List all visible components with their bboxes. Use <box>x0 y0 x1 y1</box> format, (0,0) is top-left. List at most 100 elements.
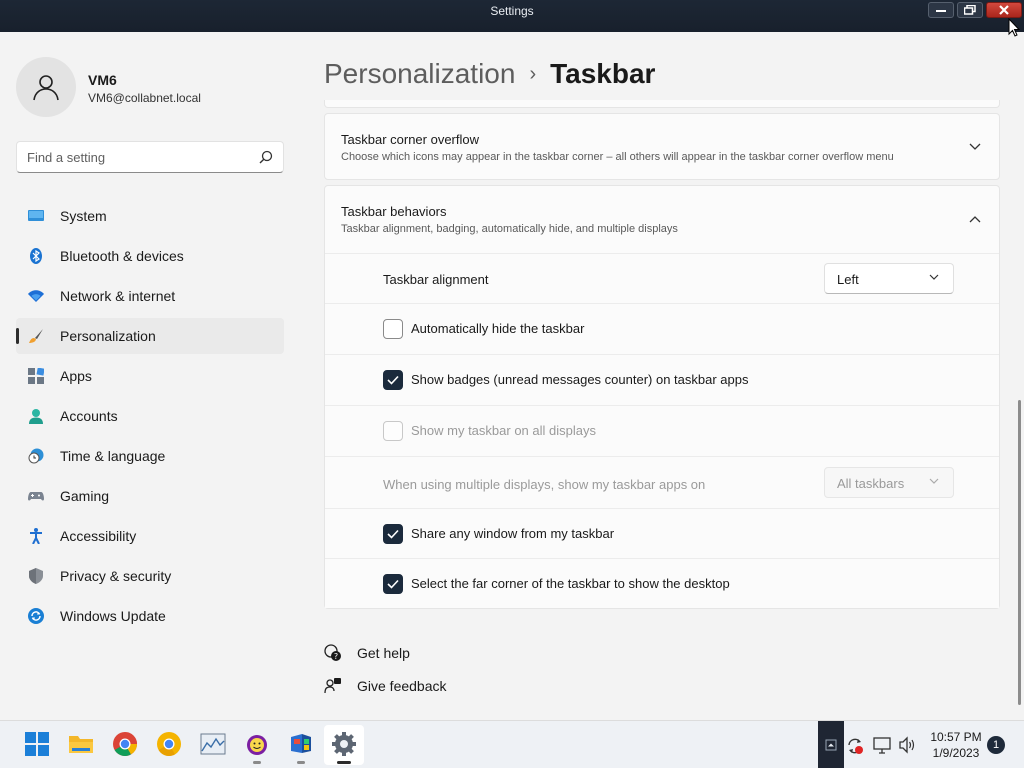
corner-overflow-subtitle: Choose which icons may appear in the tas… <box>341 151 894 163</box>
sidebar-item-bluetooth[interactable]: Bluetooth & devices <box>16 238 284 274</box>
sidebar-item-apps[interactable]: Apps <box>16 358 284 394</box>
restore-button[interactable] <box>957 2 983 18</box>
sidebar: VM6 VM6@collabnet.local Find a setting S… <box>0 32 300 720</box>
far-corner-label: Select the far corner of the taskbar to … <box>411 576 730 591</box>
apps-icon <box>28 368 44 384</box>
shield-icon <box>29 568 43 584</box>
bluetooth-icon <box>30 248 42 264</box>
chart-app-icon <box>200 733 226 755</box>
settings-icon <box>332 732 356 756</box>
running-indicator <box>337 761 351 764</box>
checkmark-icon <box>387 579 399 589</box>
system-icon <box>28 210 44 221</box>
taskbar-file-explorer[interactable] <box>68 731 94 757</box>
clock-date: 1/9/2023 <box>932 746 980 760</box>
sidebar-item-label: Accessibility <box>60 528 137 544</box>
sidebar-item-label: Accounts <box>60 408 118 424</box>
sidebar-item-label: Bluetooth & devices <box>60 248 184 264</box>
option-row[interactable]: Share any window from my taskbar <box>325 508 999 558</box>
chevron-down-icon <box>929 478 939 484</box>
previous-card-edge <box>324 100 1000 108</box>
corner-overflow-title: Taskbar corner overflow <box>341 132 479 147</box>
option-row[interactable]: Automatically hide the taskbar <box>325 303 999 354</box>
sidebar-item-privacy[interactable]: Privacy & security <box>16 558 284 594</box>
close-button[interactable] <box>986 2 1022 18</box>
avatar[interactable] <box>16 57 76 117</box>
clock-globe-icon <box>28 448 44 464</box>
sidebar-item-personalization[interactable]: Personalization <box>16 318 284 354</box>
get-help-link[interactable]: ? Get help <box>324 644 444 664</box>
close-icon <box>999 5 1009 15</box>
behaviors-subtitle: Taskbar alignment, badging, automaticall… <box>341 223 678 235</box>
clock[interactable]: 10:57 PM 1/9/2023 <box>920 729 992 761</box>
alignment-dropdown[interactable]: Left <box>824 263 954 294</box>
option-row[interactable]: Select the far corner of the taskbar to … <box>325 558 999 608</box>
show-hidden-icons-button[interactable] <box>818 721 844 768</box>
auto-hide-checkbox[interactable] <box>383 319 403 339</box>
get-help-label: Get help <box>357 645 410 661</box>
chrome-canary-icon <box>157 732 181 757</box>
badges-label: Show badges (unread messages counter) on… <box>411 372 749 387</box>
sidebar-item-label: Time & language <box>60 448 166 464</box>
taskbar-chrome-canary[interactable] <box>156 731 182 757</box>
taskbar-settings[interactable] <box>331 731 357 764</box>
sidebar-item-accessibility[interactable]: Accessibility <box>16 518 284 554</box>
sidebar-item-network[interactable]: Network & internet <box>16 278 284 314</box>
chevron-down-icon <box>969 143 981 150</box>
all-displays-label: Show my taskbar on all displays <box>411 423 596 438</box>
sidebar-item-system[interactable]: System <box>16 198 284 234</box>
taskbar-windows-box[interactable] <box>288 731 314 764</box>
corner-overflow-card[interactable]: Taskbar corner overflow Choose which ico… <box>324 113 1000 180</box>
file-explorer-icon <box>69 736 93 753</box>
sidebar-item-windows-update[interactable]: Windows Update <box>16 598 284 634</box>
chevron-up-icon <box>825 739 837 751</box>
help-icon: ? <box>324 644 341 661</box>
brush-icon <box>29 329 43 343</box>
far-corner-checkbox[interactable] <box>383 574 403 594</box>
sidebar-item-label: Windows Update <box>60 608 166 624</box>
give-feedback-label: Give feedback <box>357 678 447 694</box>
search-input[interactable]: Find a setting <box>16 141 284 173</box>
breadcrumb-parent[interactable]: Personalization <box>324 58 515 89</box>
user-name: VM6 <box>88 72 117 88</box>
notification-badge[interactable]: 1 <box>987 736 1005 754</box>
accounts-icon <box>29 409 43 424</box>
taskbar-chrome[interactable] <box>112 731 138 757</box>
sidebar-item-gaming[interactable]: Gaming <box>16 478 284 514</box>
sidebar-item-accounts[interactable]: Accounts <box>16 398 284 434</box>
sync-icon[interactable] <box>846 737 864 755</box>
user-icon <box>33 75 59 101</box>
breadcrumb: Personalization › Taskbar <box>324 58 655 90</box>
sidebar-item-time-language[interactable]: Time & language <box>16 438 284 474</box>
share-window-checkbox[interactable] <box>383 524 403 544</box>
network-icon[interactable] <box>873 736 891 754</box>
auto-hide-label: Automatically hide the taskbar <box>411 321 585 336</box>
badges-checkbox[interactable] <box>383 370 403 390</box>
start-icon <box>25 732 49 756</box>
volume-icon[interactable] <box>898 736 916 754</box>
taskbar-chart-app[interactable] <box>200 731 226 757</box>
give-feedback-link[interactable]: Give feedback <box>324 677 464 697</box>
window-title: Settings <box>490 4 534 18</box>
update-icon <box>28 608 44 624</box>
minimize-button[interactable] <box>928 2 954 18</box>
taskbar: 10:57 PM 1/9/2023 1 <box>0 720 1024 768</box>
multi-display-value: All taskbars <box>837 476 905 491</box>
sidebar-item-label: Gaming <box>60 488 110 504</box>
multi-display-dropdown: All taskbars <box>824 467 954 498</box>
chevron-up-icon[interactable] <box>969 215 981 223</box>
chrome-icon <box>113 732 137 757</box>
svg-text:?: ? <box>334 652 338 661</box>
taskbar-yahoo[interactable] <box>244 731 270 764</box>
gamepad-icon <box>28 492 44 501</box>
start-button[interactable] <box>24 731 50 757</box>
user-email: VM6@collabnet.local <box>88 91 201 105</box>
scrollbar[interactable] <box>1018 400 1021 705</box>
feedback-icon <box>324 678 341 694</box>
restore-icon <box>964 5 976 15</box>
search-icon <box>259 150 273 164</box>
option-row[interactable]: Show badges (unread messages counter) on… <box>325 354 999 405</box>
accessibility-icon <box>30 528 42 544</box>
yahoo-icon <box>247 735 267 755</box>
checkmark-icon <box>387 375 399 385</box>
